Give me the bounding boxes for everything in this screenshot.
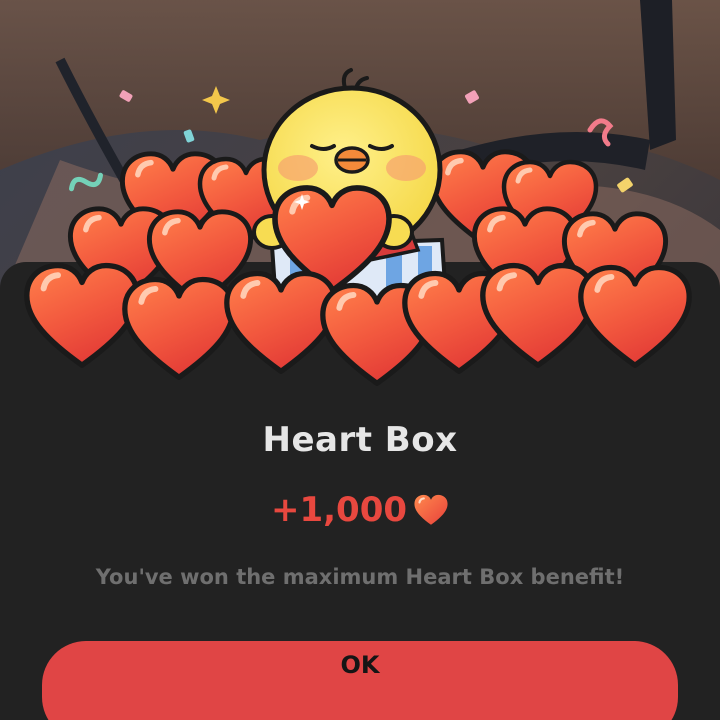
reward-amount-row: +1,000	[0, 490, 720, 530]
heart-icon	[414, 494, 448, 525]
dialog-title: Heart Box	[262, 420, 458, 460]
ok-button[interactable]: OK	[42, 641, 678, 720]
heart-box-illustration	[0, 68, 720, 390]
benefit-message: You've won the maximum Heart Box benefit…	[95, 565, 625, 589]
heart-box-screen: Heart Box +1,000 You've won the maximum …	[0, 0, 720, 720]
reward-amount: +1,000	[270, 490, 408, 530]
